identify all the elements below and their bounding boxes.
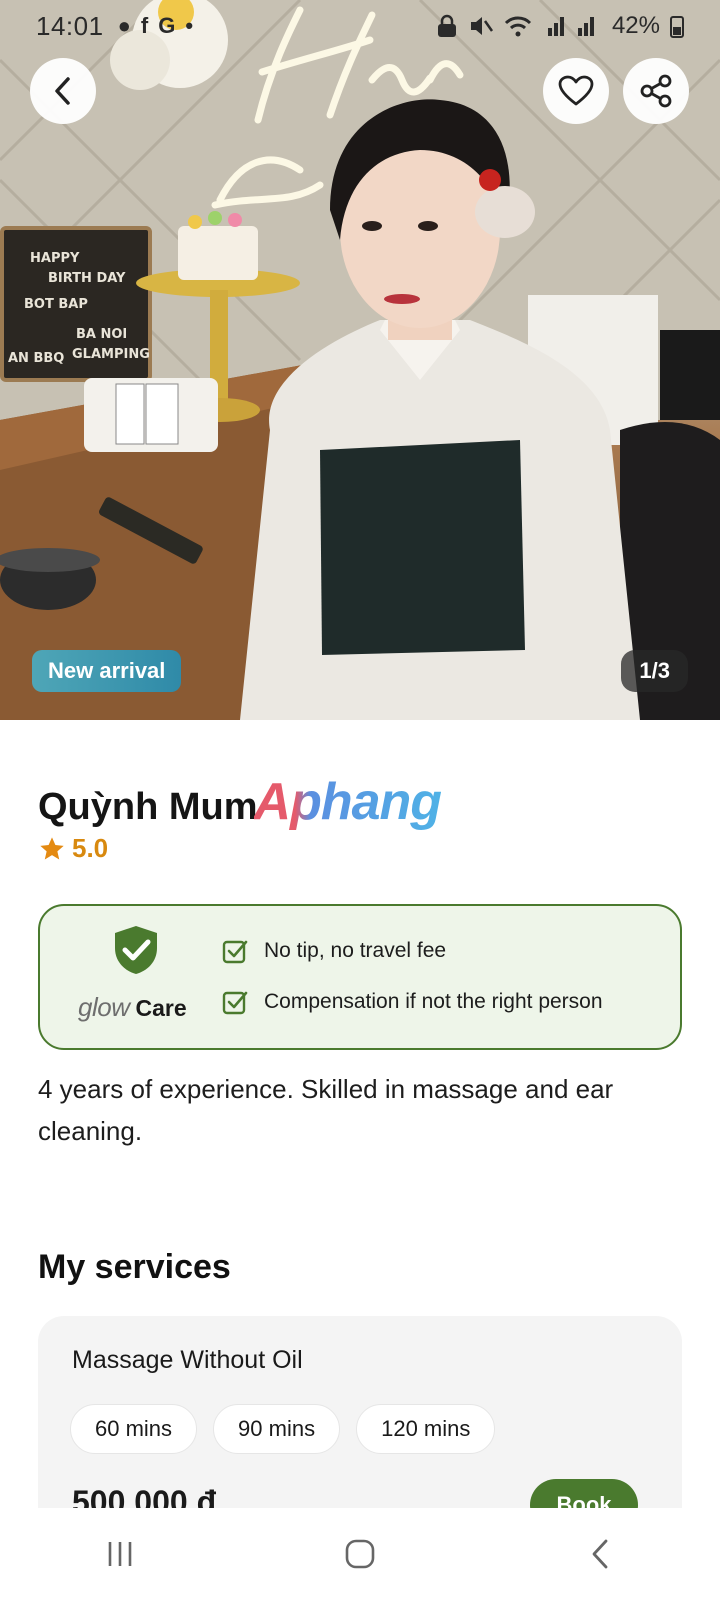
checkbox-check-icon bbox=[222, 940, 248, 964]
duration-chip-120[interactable]: 120 mins bbox=[356, 1404, 496, 1454]
system-navigation-bar bbox=[0, 1508, 720, 1600]
shield-check-icon bbox=[115, 926, 157, 974]
duration-chip-90[interactable]: 90 mins bbox=[213, 1404, 341, 1454]
provider-details: Quỳnh Mum Aphang 5.0 glow Care No tip, n… bbox=[0, 720, 720, 1508]
signal-icon bbox=[547, 17, 594, 36]
star-icon bbox=[40, 836, 64, 859]
back-arrow-icon bbox=[592, 1539, 608, 1569]
wifi-icon bbox=[504, 16, 532, 37]
svg-text:BA NOI: BA NOI bbox=[76, 327, 127, 342]
svg-text:BIRTH DAY: BIRTH DAY bbox=[48, 271, 126, 286]
care-item-compensation: Compensation if not the right person bbox=[222, 989, 603, 1015]
watermark-logo: Aphang bbox=[253, 773, 443, 831]
home-icon bbox=[345, 1539, 375, 1569]
book-button[interactable]: Book bbox=[530, 1479, 638, 1508]
name-row: Quỳnh Mum Aphang bbox=[38, 772, 443, 832]
battery-percent: 42% bbox=[611, 12, 660, 39]
checkbox-check-icon bbox=[222, 991, 248, 1015]
photo-counter: 1/3 bbox=[621, 650, 688, 692]
duration-chip-60[interactable]: 60 mins bbox=[70, 1404, 198, 1454]
care-item-label: Compensation if not the right person bbox=[264, 990, 603, 1013]
new-arrival-badge: New arrival bbox=[32, 650, 182, 692]
glow-care-box: glow Care No tip, no travel fee Compensa… bbox=[38, 904, 682, 1050]
mute-icon bbox=[470, 17, 493, 35]
battery-icon bbox=[670, 16, 684, 38]
share-button[interactable] bbox=[623, 58, 689, 124]
service-price: 500,000 đ bbox=[72, 1484, 217, 1508]
provider-bio: 4 years of experience. Skilled in massag… bbox=[38, 1074, 614, 1146]
status-bar: 14:01 ● f G • 42% bbox=[0, 0, 720, 52]
home-button[interactable] bbox=[300, 1519, 420, 1589]
chevron-left-icon bbox=[55, 77, 70, 105]
rating: 5.0 bbox=[38, 833, 108, 864]
chat-notification-icon: ● bbox=[117, 13, 131, 38]
share-icon bbox=[640, 74, 672, 108]
heart-icon bbox=[558, 75, 594, 106]
recent-apps-icon bbox=[108, 1542, 132, 1566]
care-item-label: No tip, no travel fee bbox=[264, 939, 447, 962]
system-status-icons: 42% bbox=[436, 12, 684, 40]
system-back-button[interactable] bbox=[540, 1519, 660, 1589]
recent-apps-button[interactable] bbox=[60, 1519, 180, 1589]
back-button[interactable] bbox=[30, 58, 96, 124]
lock-status-icon bbox=[437, 14, 456, 37]
provider-name: Quỳnh Mum bbox=[38, 786, 258, 828]
photo-illustration: HAPPY BIRTH DAY BOT BAP BA NOI AN BBQ GLA… bbox=[0, 0, 720, 720]
glow-care-logo bbox=[76, 924, 196, 981]
care-item-no-tip: No tip, no travel fee bbox=[222, 938, 446, 964]
svg-text:HAPPY: HAPPY bbox=[30, 251, 80, 266]
more-notifications-dot-icon: • bbox=[185, 13, 194, 38]
duration-options: 60 mins 90 mins 120 mins bbox=[70, 1404, 496, 1454]
svg-text:GLAMPING: GLAMPING bbox=[72, 347, 150, 362]
svg-text:AN BBQ: AN BBQ bbox=[8, 351, 64, 366]
provider-photo[interactable]: HAPPY BIRTH DAY BOT BAP BA NOI AN BBQ GLA… bbox=[0, 0, 720, 720]
glow-wordmark: glow bbox=[78, 992, 130, 1022]
status-time: 14:01 bbox=[36, 10, 104, 41]
care-wordmark: Care bbox=[135, 995, 187, 1021]
services-title: My services bbox=[38, 1248, 231, 1286]
glow-care-wordmark: glow Care bbox=[78, 992, 187, 1023]
service-card[interactable]: Massage Without Oil 60 mins 90 mins 120 … bbox=[38, 1316, 682, 1508]
svg-text:BOT BAP: BOT BAP bbox=[24, 297, 88, 312]
facebook-notification-icon: f bbox=[140, 13, 149, 38]
google-notification-icon: G bbox=[158, 13, 176, 38]
favorite-button[interactable] bbox=[543, 58, 609, 124]
notification-icons: ● f G • bbox=[118, 13, 193, 39]
service-name: Massage Without Oil bbox=[72, 1346, 303, 1374]
rating-value: 5.0 bbox=[72, 833, 109, 863]
